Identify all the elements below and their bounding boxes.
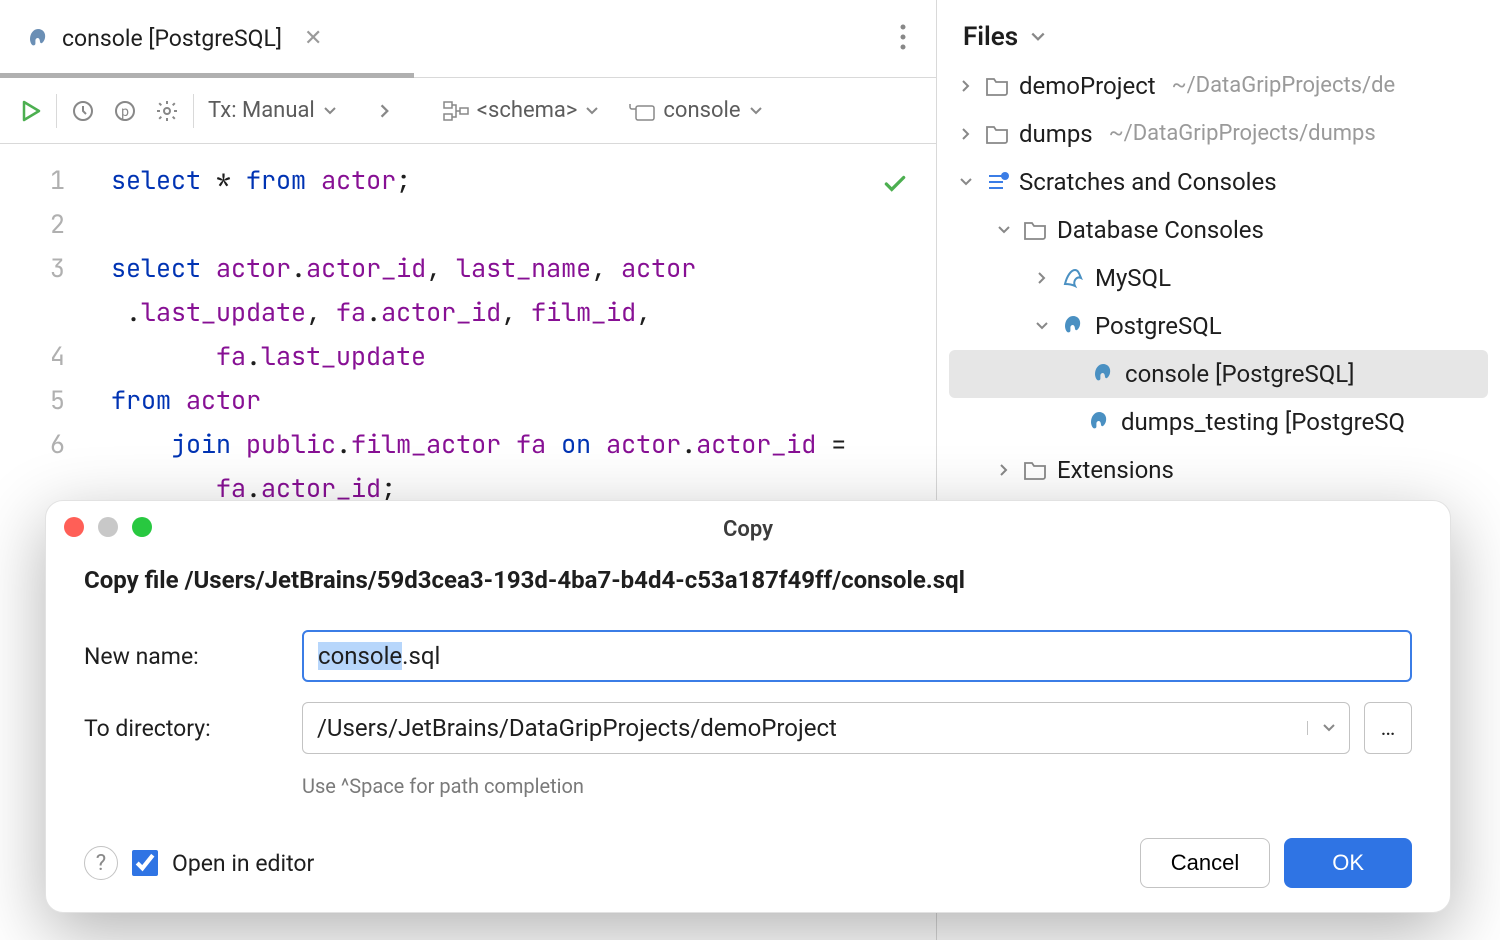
- open-in-editor-checkbox[interactable]: [132, 850, 158, 876]
- tab-bar: console [PostgreSQL] ✕: [0, 0, 936, 78]
- chevron-right-icon: [1033, 269, 1051, 287]
- chevron-down-icon: [957, 173, 975, 191]
- pending-icon[interactable]: p: [113, 99, 137, 123]
- postgres-icon: [26, 27, 50, 51]
- files-tree: demoProject ~/DataGripProjects/de dumps …: [937, 62, 1500, 494]
- tree-item-dbconsoles[interactable]: Database Consoles: [937, 206, 1500, 254]
- run-button[interactable]: [18, 99, 42, 123]
- path-completion-hint: Use ^Space for path completion: [302, 774, 1412, 798]
- tab-title: console [PostgreSQL]: [62, 25, 282, 52]
- dialog-heading: Copy file /Users/JetBrains/59d3cea3-193d…: [84, 566, 1412, 594]
- console-icon: [629, 101, 655, 121]
- tree-item-scratches[interactable]: Scratches and Consoles: [937, 158, 1500, 206]
- tree-item-demoproject[interactable]: demoProject ~/DataGripProjects/de: [937, 62, 1500, 110]
- postgres-icon: [1061, 314, 1085, 338]
- chevron-down-icon: [995, 221, 1013, 239]
- minimize-window-icon[interactable]: [98, 517, 118, 537]
- tx-mode-dropdown[interactable]: Tx: Manual: [208, 98, 337, 123]
- postgres-icon: [1087, 410, 1111, 434]
- newname-label: New name:: [84, 643, 262, 670]
- chevron-right-icon: [995, 461, 1013, 479]
- settings-icon[interactable]: [155, 99, 179, 123]
- close-window-icon[interactable]: [64, 517, 84, 537]
- files-header-title: Files: [963, 22, 1018, 52]
- tab-underline: [0, 73, 414, 78]
- mysql-icon: [1061, 266, 1085, 290]
- history-icon[interactable]: [71, 99, 95, 123]
- todir-input[interactable]: /Users/JetBrains/DataGripProjects/demoPr…: [302, 702, 1350, 754]
- tree-item-console-pg[interactable]: console [PostgreSQL]: [949, 350, 1488, 398]
- newname-input[interactable]: console.sql: [318, 642, 440, 670]
- editor-toolbar: p Tx: Manual <schema>: [0, 78, 936, 144]
- chevron-right-icon: [957, 77, 975, 95]
- folder-icon: [985, 124, 1009, 144]
- chevron-down-icon: [585, 104, 599, 118]
- folder-icon: [1023, 460, 1047, 480]
- folder-icon: [1023, 220, 1047, 240]
- postgres-icon: [1091, 362, 1115, 386]
- tab-console[interactable]: console [PostgreSQL] ✕: [8, 0, 340, 77]
- tab-menu-icon[interactable]: [900, 24, 906, 54]
- console-dropdown[interactable]: console: [629, 98, 762, 123]
- chevron-down-icon: [323, 104, 337, 118]
- tree-item-mysql[interactable]: MySQL: [937, 254, 1500, 302]
- tree-item-dumps-testing[interactable]: dumps_testing [PostgreSQ: [937, 398, 1500, 446]
- scratches-icon: [985, 170, 1009, 194]
- chevron-right-icon: [957, 125, 975, 143]
- cancel-button[interactable]: Cancel: [1140, 838, 1270, 888]
- browse-button[interactable]: …: [1364, 702, 1412, 754]
- copy-dialog: Copy Copy file /Users/JetBrains/59d3cea3…: [45, 500, 1451, 913]
- svg-text:p: p: [121, 104, 129, 120]
- help-icon[interactable]: ?: [84, 846, 118, 880]
- schema-icon: [443, 101, 469, 121]
- folder-icon: [985, 76, 1009, 96]
- inspection-ok-icon[interactable]: [882, 166, 908, 210]
- window-controls[interactable]: [64, 517, 152, 537]
- schema-dropdown[interactable]: <schema>: [443, 98, 600, 123]
- chevron-down-icon: [1033, 317, 1051, 335]
- zoom-window-icon[interactable]: [132, 517, 152, 537]
- close-icon[interactable]: ✕: [304, 26, 322, 51]
- todir-label: To directory:: [84, 715, 262, 742]
- todir-dropdown-icon[interactable]: [1307, 721, 1349, 735]
- tree-item-postgresql[interactable]: PostgreSQL: [937, 302, 1500, 350]
- nav-forward-icon[interactable]: [377, 103, 393, 119]
- ok-button[interactable]: OK: [1284, 838, 1412, 888]
- chevron-down-icon: [749, 104, 763, 118]
- chevron-down-icon[interactable]: [1030, 29, 1046, 45]
- tree-item-extensions[interactable]: Extensions: [937, 446, 1500, 494]
- tree-item-dumps[interactable]: dumps ~/DataGripProjects/dumps: [937, 110, 1500, 158]
- open-in-editor-label: Open in editor: [172, 850, 314, 877]
- dialog-title: Copy: [723, 517, 773, 542]
